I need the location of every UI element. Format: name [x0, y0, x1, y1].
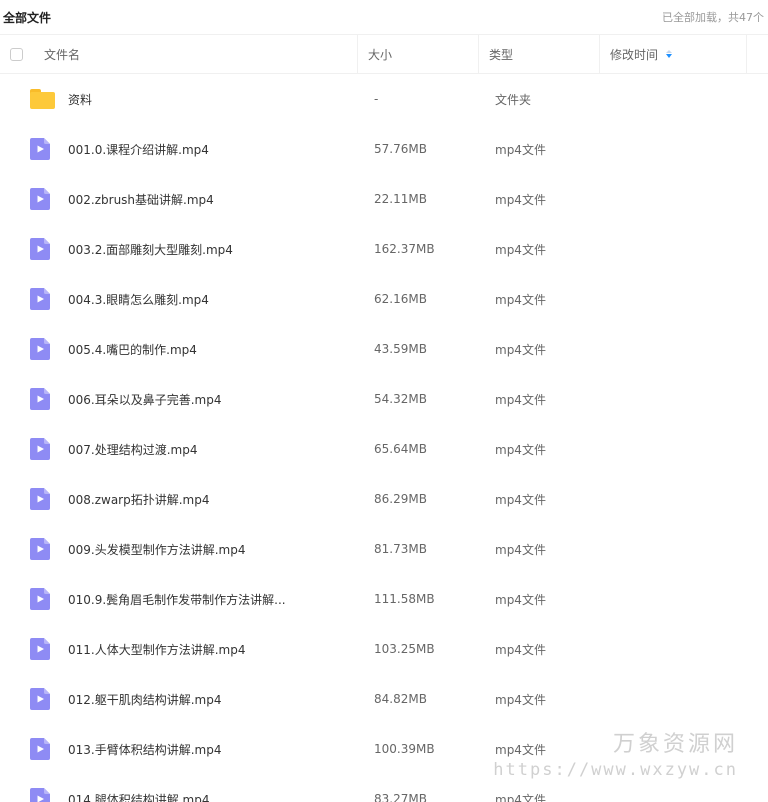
- video-file-icon: [30, 688, 62, 710]
- file-size: 65.64MB: [374, 442, 427, 456]
- column-header-type[interactable]: 类型: [479, 35, 600, 73]
- video-file-icon: [30, 288, 62, 310]
- file-type: mp4文件: [495, 192, 546, 207]
- file-row[interactable]: 005.4.嘴巴的制作.mp4 43.59MB mp4文件: [0, 324, 768, 374]
- file-name[interactable]: 006.耳朵以及鼻子完善.mp4: [68, 391, 364, 408]
- file-name[interactable]: 008.zwarp拓扑讲解.mp4: [68, 491, 364, 508]
- video-file-icon: [30, 538, 62, 560]
- file-size: 62.16MB: [374, 292, 427, 306]
- breadcrumb-all-files[interactable]: 全部文件: [3, 9, 51, 26]
- file-size: 54.32MB: [374, 392, 427, 406]
- file-name[interactable]: 004.3.眼睛怎么雕刻.mp4: [68, 291, 364, 308]
- file-name[interactable]: 011.人体大型制作方法讲解.mp4: [68, 641, 364, 658]
- file-size: 57.76MB: [374, 142, 427, 156]
- select-all-cell: [0, 35, 32, 73]
- file-type: mp4文件: [495, 242, 546, 257]
- video-file-icon: [30, 788, 62, 802]
- file-row[interactable]: 002.zbrush基础讲解.mp4 22.11MB mp4文件: [0, 174, 768, 224]
- video-file-icon: [30, 488, 62, 510]
- file-size: 83.27MB: [374, 792, 427, 802]
- sort-icon[interactable]: [666, 50, 673, 58]
- video-file-icon: [30, 638, 62, 660]
- file-size: 43.59MB: [374, 342, 427, 356]
- file-name[interactable]: 005.4.嘴巴的制作.mp4: [68, 341, 364, 358]
- file-size: 111.58MB: [374, 592, 435, 606]
- file-type: mp4文件: [495, 292, 546, 307]
- video-file-icon: [30, 188, 62, 210]
- video-file-icon: [30, 338, 62, 360]
- file-type: mp4文件: [495, 542, 546, 557]
- file-size: -: [374, 92, 379, 106]
- file-type: mp4文件: [495, 342, 546, 357]
- column-header-size[interactable]: 大小: [358, 35, 479, 73]
- file-row[interactable]: 004.3.眼睛怎么雕刻.mp4 62.16MB mp4文件: [0, 274, 768, 324]
- file-name[interactable]: 002.zbrush基础讲解.mp4: [68, 191, 364, 208]
- file-row[interactable]: 008.zwarp拓扑讲解.mp4 86.29MB mp4文件: [0, 474, 768, 524]
- video-file-icon: [30, 438, 62, 460]
- file-row[interactable]: 003.2.面部雕刻大型雕刻.mp4 162.37MB mp4文件: [0, 224, 768, 274]
- video-file-icon: [30, 588, 62, 610]
- file-row[interactable]: 012.躯干肌肉结构讲解.mp4 84.82MB mp4文件: [0, 674, 768, 724]
- file-name[interactable]: 007.处理结构过渡.mp4: [68, 441, 364, 458]
- column-header-modified[interactable]: 修改时间: [600, 35, 747, 73]
- column-header-spacer: [747, 35, 768, 73]
- column-header-name[interactable]: 文件名: [32, 35, 358, 73]
- file-list: 资料 - 文件夹 001.0.课程介绍讲解.mp4 57.76MB mp4文件 002.zb…: [0, 74, 768, 802]
- file-size: 162.37MB: [374, 242, 435, 256]
- file-type: mp4文件: [495, 642, 546, 657]
- file-row[interactable]: 013.手臂体积结构讲解.mp4 100.39MB mp4文件: [0, 724, 768, 774]
- file-size: 86.29MB: [374, 492, 427, 506]
- file-type: mp4文件: [495, 692, 546, 707]
- file-type: mp4文件: [495, 442, 546, 457]
- file-row[interactable]: 010.9.鬓角眉毛制作发带制作方法讲解... 111.58MB mp4文件: [0, 574, 768, 624]
- file-row[interactable]: 001.0.课程介绍讲解.mp4 57.76MB mp4文件: [0, 124, 768, 174]
- file-type: mp4文件: [495, 142, 546, 157]
- file-row[interactable]: 014.腿体积结构讲解.mp4 83.27MB mp4文件: [0, 774, 768, 802]
- video-file-icon: [30, 238, 62, 260]
- file-type: 文件夹: [495, 92, 532, 107]
- file-type: mp4文件: [495, 492, 546, 507]
- file-name[interactable]: 009.头发模型制作方法讲解.mp4: [68, 541, 364, 558]
- file-row[interactable]: 006.耳朵以及鼻子完善.mp4 54.32MB mp4文件: [0, 374, 768, 424]
- file-name[interactable]: 010.9.鬓角眉毛制作发带制作方法讲解...: [68, 591, 364, 608]
- file-row[interactable]: 007.处理结构过渡.mp4 65.64MB mp4文件: [0, 424, 768, 474]
- video-file-icon: [30, 388, 62, 410]
- video-file-icon: [30, 738, 62, 760]
- file-row[interactable]: 011.人体大型制作方法讲解.mp4 103.25MB mp4文件: [0, 624, 768, 674]
- file-row[interactable]: 009.头发模型制作方法讲解.mp4 81.73MB mp4文件: [0, 524, 768, 574]
- file-type: mp4文件: [495, 592, 546, 607]
- folder-icon: [30, 89, 62, 109]
- table-header: 文件名 大小 类型 修改时间: [0, 34, 768, 74]
- file-type: mp4文件: [495, 792, 546, 802]
- file-type: mp4文件: [495, 742, 546, 757]
- file-browser: 全部文件 已全部加载，共47个 文件名 大小 类型 修改时间 资料 - 文件夹 001…: [0, 0, 768, 802]
- top-bar: 全部文件 已全部加载，共47个: [0, 0, 768, 34]
- file-name[interactable]: 003.2.面部雕刻大型雕刻.mp4: [68, 241, 364, 258]
- file-row[interactable]: 资料 - 文件夹: [0, 74, 768, 124]
- file-size: 84.82MB: [374, 692, 427, 706]
- video-file-icon: [30, 138, 62, 160]
- file-type: mp4文件: [495, 392, 546, 407]
- select-all-checkbox[interactable]: [9, 47, 23, 61]
- file-name[interactable]: 资料: [68, 91, 364, 108]
- file-size: 22.11MB: [374, 192, 427, 206]
- file-name[interactable]: 013.手臂体积结构讲解.mp4: [68, 741, 364, 758]
- loaded-status: 已全部加载，共47个: [662, 11, 764, 24]
- file-name[interactable]: 014.腿体积结构讲解.mp4: [68, 791, 364, 802]
- file-size: 100.39MB: [374, 742, 435, 756]
- file-name[interactable]: 012.躯干肌肉结构讲解.mp4: [68, 691, 364, 708]
- file-size: 103.25MB: [374, 642, 435, 656]
- file-size: 81.73MB: [374, 542, 427, 556]
- file-name[interactable]: 001.0.课程介绍讲解.mp4: [68, 141, 364, 158]
